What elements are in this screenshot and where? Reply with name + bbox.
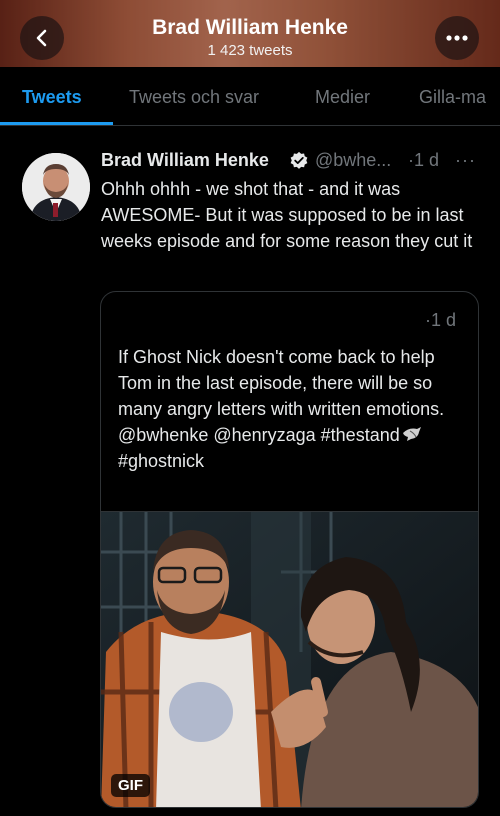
profile-tabs: Tweets Tweets och svar Medier Gilla-ma — [0, 67, 500, 126]
quote-mentions: @bwhenke @henryzaga #thestand — [118, 425, 400, 445]
tab-media[interactable]: Medier — [315, 87, 370, 108]
active-tab-indicator — [0, 122, 113, 125]
gif-frame — [101, 512, 478, 807]
quote-tweet-card[interactable]: ·1 d If Ghost Nick doesn't come back to … — [100, 291, 479, 808]
tab-tweets-and-replies[interactable]: Tweets och svar — [129, 87, 259, 108]
author-handle[interactable]: @bwhe... — [315, 150, 391, 171]
tweet-header: Brad William Henke @bwhe... ·1 d ··· — [101, 150, 491, 174]
quote-body: If Ghost Nick doesn't come back to help … — [118, 347, 445, 419]
gif-badge: GIF — [111, 774, 150, 797]
avatar-image — [22, 153, 90, 221]
tweet-count: 1 423 tweets — [207, 42, 293, 59]
avatar[interactable] — [22, 153, 90, 221]
quote-hashtag: #ghostnick — [118, 451, 205, 471]
more-button[interactable] — [435, 16, 479, 60]
tweet-time[interactable]: ·1 d — [408, 150, 439, 171]
quote-gif[interactable]: GIF — [101, 511, 478, 807]
quote-text: If Ghost Nick doesn't come back to help … — [118, 344, 468, 474]
author-name[interactable]: Brad William Henke — [101, 150, 269, 171]
tweet-more-button[interactable]: ··· — [455, 150, 476, 171]
profile-header: Brad William Henke 1 423 tweets — [0, 0, 500, 67]
more-horizontal-icon — [446, 35, 468, 41]
tweet-text: Ohhh ohhh - we shot that - and it was AW… — [101, 179, 473, 251]
tab-likes[interactable]: Gilla-ma — [419, 87, 486, 108]
tab-tweets[interactable]: Tweets — [22, 87, 82, 108]
dove-icon — [402, 427, 421, 441]
profile-name: Brad William Henke — [152, 16, 348, 39]
quote-time[interactable]: ·1 d — [425, 310, 456, 331]
verified-icon — [290, 151, 308, 169]
